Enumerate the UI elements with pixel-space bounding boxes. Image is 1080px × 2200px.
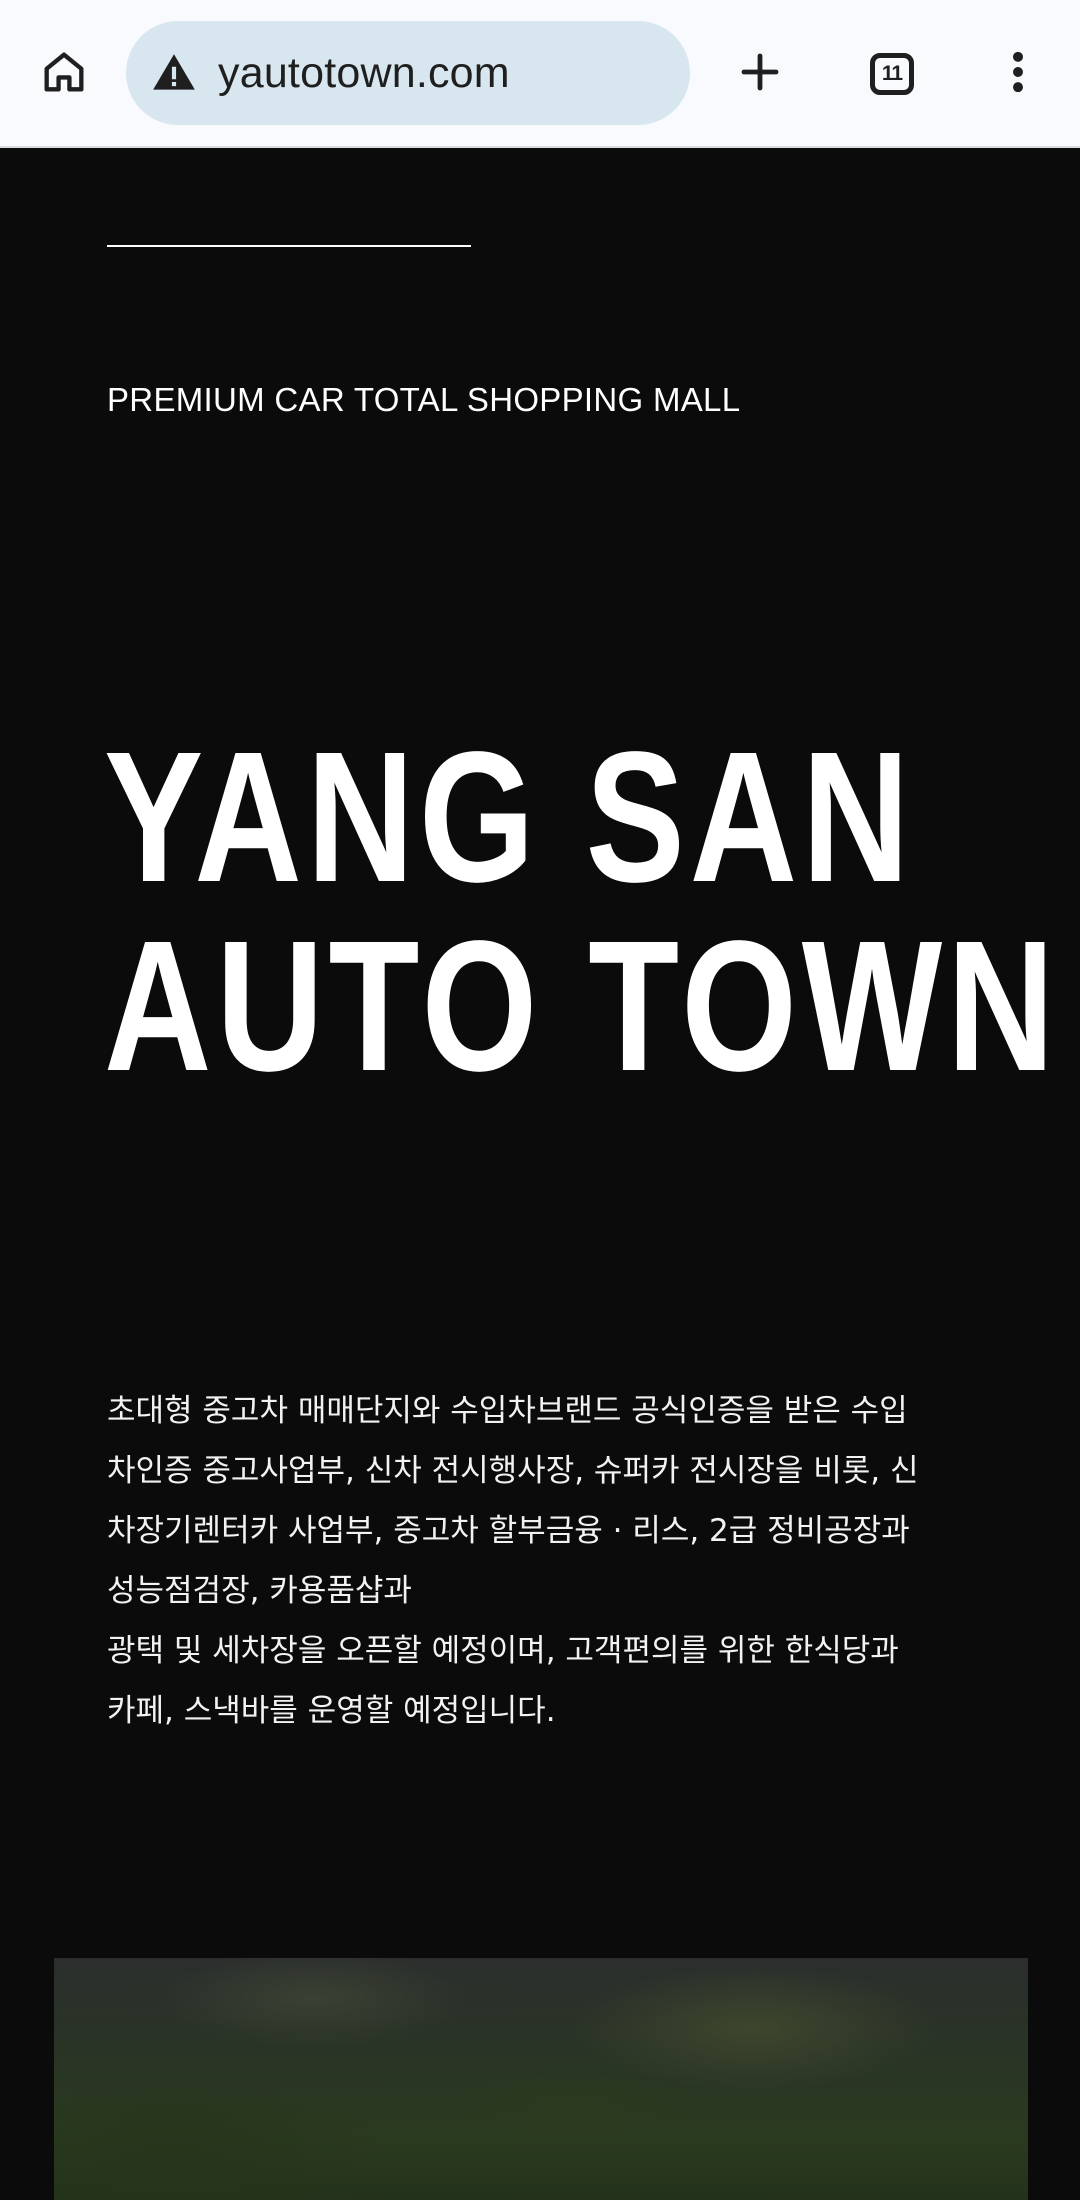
hero-title: YANG SAN AUTO TOWN (104, 723, 1059, 1101)
url-text: yautotown.com (218, 48, 510, 97)
description-line: 카페, 스낵바를 운영할 예정입니다. (107, 1693, 556, 1729)
description-line: 차인증 중고사업부, 신차 전시행사장, 슈퍼카 전시장을 비롯, 신 (107, 1453, 919, 1489)
description-line: 초대형 중고차 매매단지와 수입차브랜드 공식인증을 받은 수입 (107, 1393, 908, 1429)
hero-title-line-2: AUTO TOWN (104, 903, 1060, 1110)
home-icon (38, 46, 90, 102)
hero-tagline: PREMIUM CAR TOTAL SHOPPING MALL (107, 381, 741, 418)
tab-count: 11 (881, 62, 903, 85)
aerial-forest-image (54, 1958, 1028, 2200)
description-line: 차장기렌터카 사업부, 중고차 할부금융 · 리스, 2급 정비공장과 (107, 1513, 910, 1549)
more-vert-icon (998, 46, 1038, 102)
warning-icon[interactable] (144, 43, 204, 103)
browser-toolbar: yautotown.com 11 (0, 0, 1080, 148)
description-line: 광택 및 세차장을 오픈할 예정이며, 고객편의를 위한 한식당과 (107, 1633, 899, 1669)
address-bar[interactable]: yautotown.com (126, 21, 690, 125)
more-menu-button[interactable] (978, 34, 1058, 114)
hero-title-line-1: YANG SAN (104, 714, 915, 921)
tab-switcher-icon: 11 (870, 53, 914, 95)
intro-description: 초대형 중고차 매매단지와 수입차브랜드 공식인증을 받은 수입 차인증 중고사… (107, 1381, 997, 1741)
description-line: 성능점검장, 카용품샵과 (107, 1573, 412, 1609)
plus-icon (736, 48, 784, 100)
hero-divider (107, 245, 471, 247)
home-button[interactable] (24, 34, 104, 114)
page-content: PREMIUM CAR TOTAL SHOPPING MALL YANG SAN… (0, 148, 1080, 2200)
new-tab-button[interactable] (720, 34, 800, 114)
tab-switcher-button[interactable]: 11 (852, 34, 932, 114)
